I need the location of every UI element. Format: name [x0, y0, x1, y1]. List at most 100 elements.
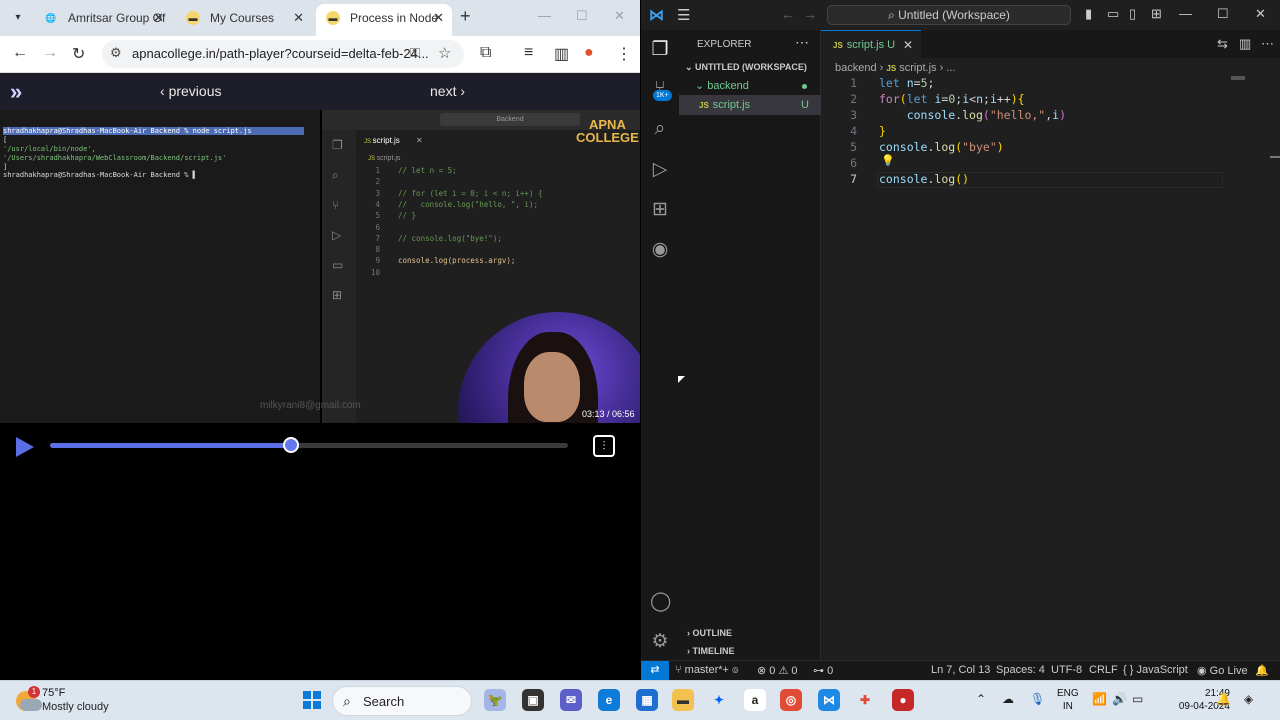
editor-tab-script-js[interactable]: JS script.js U ✕	[821, 30, 921, 58]
eol-status[interactable]: CRLF	[1089, 664, 1118, 676]
account-icon[interactable]: ◯	[650, 590, 671, 613]
play-icon[interactable]	[16, 437, 34, 457]
vscode-taskbar-icon[interactable]: ⋈	[818, 689, 840, 711]
minimap[interactable]	[1231, 76, 1245, 80]
ports-status[interactable]: ⊶ 0	[813, 664, 833, 677]
manage-gear-icon[interactable]: ⚙	[650, 630, 670, 653]
notification-icon[interactable]: 🔔	[1216, 692, 1231, 706]
toggle-primary-sidebar-icon[interactable]: ▮	[1085, 6, 1092, 22]
close-icon[interactable]: ✕	[433, 4, 444, 32]
compare-changes-icon[interactable]: ⇆	[1217, 36, 1228, 52]
teams-chat-icon[interactable]: ✉	[560, 689, 582, 711]
dropbox-icon[interactable]: ✦	[708, 689, 730, 711]
editor-breadcrumb[interactable]: backend › JS script.js › ...	[835, 62, 955, 74]
volume-icon[interactable]: 🔊	[1112, 692, 1127, 706]
taskbar-search[interactable]: ⌕ Search	[332, 686, 472, 716]
screen-recorder-icon[interactable]: ●	[892, 689, 914, 711]
cursor-position[interactable]: Ln 7, Col 13	[931, 664, 990, 676]
window-close-button[interactable]: ✕	[614, 8, 625, 24]
extensions-icon[interactable]: ⧉	[480, 44, 491, 62]
player-settings-icon[interactable]: ⫶	[593, 435, 615, 457]
media-control-icon[interactable]: ≡	[524, 44, 533, 62]
extensions-icon[interactable]: ⊞	[650, 198, 670, 221]
split-editor-icon[interactable]: ▥	[1239, 36, 1251, 52]
close-icon[interactable]: ✕	[903, 31, 913, 59]
battery-icon[interactable]: ▭	[1132, 692, 1143, 706]
go-live-button[interactable]: ◉ Go Live	[1197, 664, 1248, 677]
encoding-status[interactable]: UTF-8	[1051, 664, 1082, 676]
browser-menu-icon[interactable]: ⋮	[616, 44, 632, 64]
search-icon[interactable]: ⌕	[650, 118, 670, 140]
language-status[interactable]: { } JavaScript	[1123, 664, 1188, 676]
windows-start-icon[interactable]	[303, 691, 321, 709]
customize-layout-icon[interactable]: ⊞	[1151, 6, 1162, 22]
new-tab-button[interactable]: +	[460, 6, 471, 27]
forward-arrow-icon[interactable]: →	[42, 44, 58, 62]
indentation-status[interactable]: Spaces: 4	[996, 664, 1045, 676]
microphone-icon[interactable]: 🎙	[1030, 692, 1045, 706]
dinosaur-app-icon[interactable]: 🦖	[484, 689, 506, 711]
file-script-js[interactable]: JS script.js U	[679, 95, 821, 115]
close-icon[interactable]: ✕	[153, 4, 164, 32]
url-text[interactable]: apnacollege.in/path-player?courseid=delt…	[132, 46, 429, 61]
back-arrow-icon[interactable]: ←	[781, 6, 795, 22]
back-arrow-icon[interactable]: ←	[12, 44, 28, 62]
file-explorer-icon[interactable]: ▬	[672, 689, 694, 711]
copilot-icon[interactable]: ◈	[1244, 692, 1253, 706]
toggle-panel-icon[interactable]: ▭	[1107, 6, 1119, 22]
lightbulb-icon[interactable]: 💡	[881, 154, 895, 167]
edge-browser-icon[interactable]: e	[598, 689, 620, 711]
forward-arrow-icon[interactable]: →	[803, 6, 817, 22]
tab-search-button[interactable]: ▾	[8, 8, 28, 28]
maximize-button[interactable]: ☐	[1217, 6, 1229, 22]
site-info-icon[interactable]: ⚙	[110, 45, 122, 61]
branch-status[interactable]: ⑂ master*+ ◎	[675, 664, 739, 676]
show-hidden-icons[interactable]: ⌃	[976, 692, 986, 706]
extension-avatar-icon[interactable]: ●	[584, 44, 594, 62]
weather-description[interactable]: Mostly cloudy	[42, 701, 109, 713]
previous-button[interactable]: ‹ previous	[160, 83, 221, 99]
wifi-icon[interactable]: 📶	[1092, 692, 1107, 706]
minimize-button[interactable]: —	[1179, 6, 1192, 21]
problems-status[interactable]: ⊗ 0 ⚠ 0	[757, 664, 798, 677]
timeline-section[interactable]: › TIMELINE	[679, 646, 821, 656]
microsoft-store-icon[interactable]: ▦	[636, 689, 658, 711]
notifications-bell-icon[interactable]: 🔔	[1255, 664, 1269, 677]
tab-process-in-node[interactable]: ▬ Process in Node ✕	[316, 4, 452, 36]
onedrive-icon[interactable]: ☁	[1002, 692, 1014, 706]
amazon-icon[interactable]: a	[744, 689, 766, 711]
toggle-secondary-sidebar-icon[interactable]: ▯	[1129, 6, 1136, 22]
outline-section[interactable]: › OUTLINE	[679, 628, 821, 638]
address-bar[interactable]: ⚙ apnacollege.in/path-player?courseid=de…	[102, 40, 464, 68]
seek-bar[interactable]	[50, 437, 568, 453]
next-button[interactable]: next ›	[430, 83, 465, 99]
close-icon[interactable]: ✕	[293, 4, 304, 32]
workspace-section[interactable]: ⌄ UNTITLED (WORKSPACE)	[679, 58, 821, 76]
temperature[interactable]: 75°F	[42, 687, 65, 699]
maximize-button[interactable]: ☐	[576, 8, 588, 24]
reload-icon[interactable]: ↻	[72, 44, 85, 64]
seek-bar-handle[interactable]	[282, 437, 299, 453]
side-panel-icon[interactable]: ▥	[554, 44, 569, 64]
double-chevron-right-icon[interactable]: »	[10, 79, 22, 105]
remote-indicator-icon[interactable]: ⇄	[641, 661, 669, 681]
paint-app-icon[interactable]: ✚	[854, 689, 876, 711]
run-debug-icon[interactable]: ▷	[650, 158, 670, 181]
more-actions-icon[interactable]: ⋯	[795, 34, 809, 51]
folder-backend[interactable]: ⌄ backend	[679, 77, 821, 95]
tab-my-courses[interactable]: ▬ My Courses ✕	[176, 4, 312, 36]
hamburger-menu-icon[interactable]: ☰	[677, 6, 690, 24]
chrome-icon[interactable]: ◎	[780, 689, 802, 711]
code-editor[interactable]: 1 let n=5; 2 for(let i=0;i<n;i++){ 3 con…	[821, 76, 1261, 476]
window-close-button[interactable]: ✕	[1255, 6, 1266, 22]
password-key-icon[interactable]: ⚿	[410, 45, 420, 61]
editor-more-icon[interactable]: ⋯	[1261, 36, 1274, 52]
command-center-search[interactable]: ⌕ Untitled (Workspace)	[827, 5, 1071, 25]
minimize-button[interactable]: —	[538, 8, 551, 23]
file-explorer-window-icon[interactable]: ▣	[522, 689, 544, 711]
tab-amritsar[interactable]: 🌐 Amritsar Group Of ✕	[34, 4, 172, 36]
video-frame[interactable]: shradhakhapra@Shradhas-MacBook-Air Backe…	[0, 110, 640, 423]
input-language[interactable]: ENG IN	[1057, 687, 1079, 713]
bookmark-star-icon[interactable]: ☆	[438, 44, 451, 62]
github-icon[interactable]: ◉	[650, 238, 670, 261]
